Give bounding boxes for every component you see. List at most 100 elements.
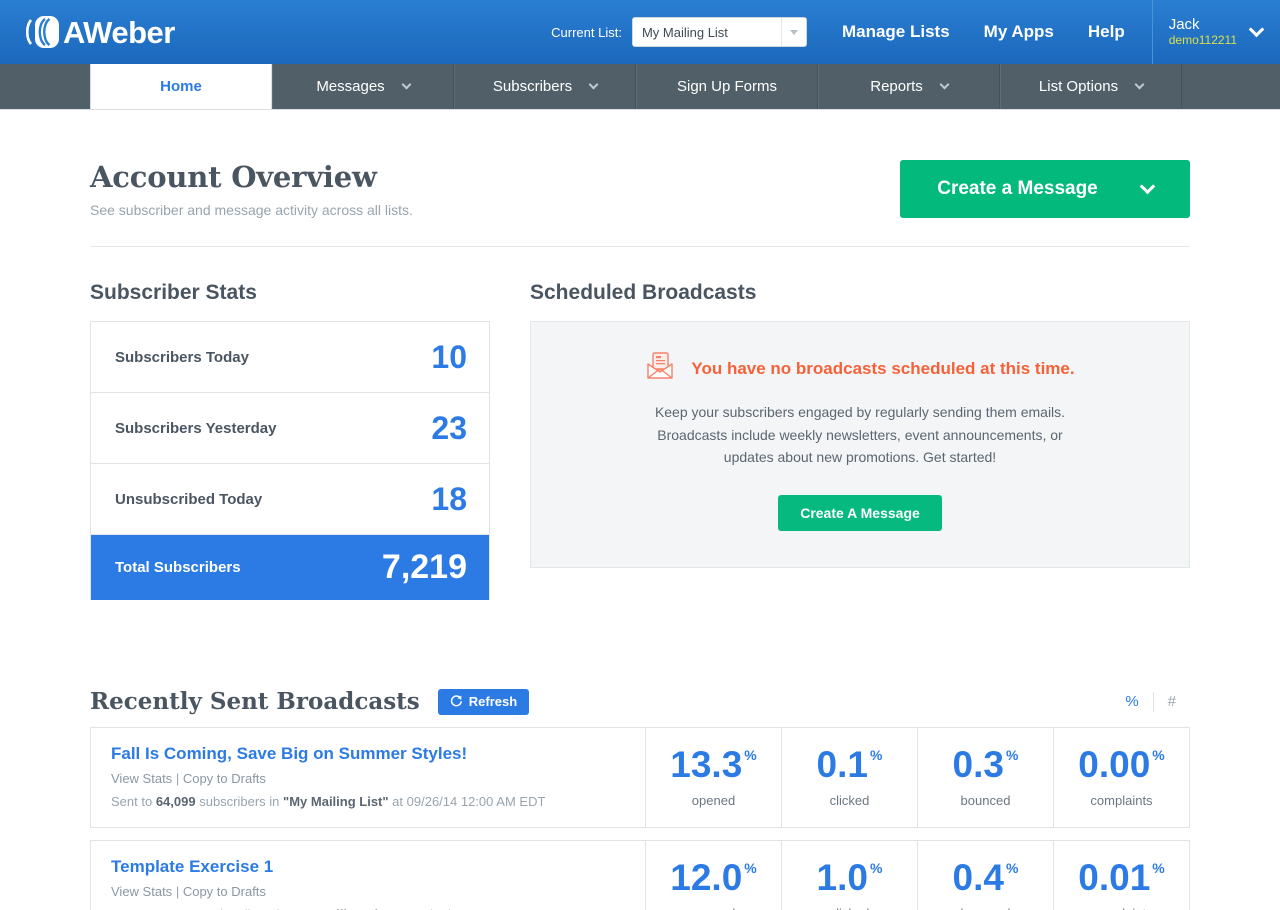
metric-label: complaints	[1090, 792, 1153, 808]
chevron-down-icon	[1134, 79, 1145, 90]
refresh-label: Refresh	[468, 694, 518, 709]
chevron-down-icon	[939, 79, 950, 90]
stat-value: 7,219	[381, 548, 467, 586]
link-separator: |	[175, 771, 180, 786]
metric-value-group: 0.01 %	[1078, 859, 1164, 896]
sent-middle: subscribers in	[199, 794, 280, 809]
metric-value: 0.01	[1078, 856, 1151, 898]
chevron-down-icon	[401, 79, 412, 90]
metric-complaints: 0.01 % complaints	[1054, 841, 1189, 910]
empty-state-headline: You have no broadcasts scheduled at this…	[691, 358, 1075, 378]
create-a-message-label: Create a Message	[937, 178, 1098, 199]
view-stats-link[interactable]: View Stats	[111, 771, 172, 786]
metric-unit: %	[744, 746, 757, 763]
chevron-down-icon	[1248, 21, 1265, 37]
stat-label: Unsubscribed Today	[115, 490, 263, 508]
unit-number[interactable]: #	[1154, 693, 1190, 710]
user-handle: demo112211	[1168, 32, 1237, 47]
metric-value: 0.00	[1078, 743, 1151, 785]
nav-item-reports[interactable]: Reports	[818, 64, 1000, 109]
broadcast-actions: View Stats | Copy to Drafts	[111, 771, 625, 786]
stat-value: 18	[431, 481, 467, 517]
unit-percent[interactable]: %	[1111, 693, 1152, 710]
nav-item-sign-up-forms-label: Sign Up Forms	[676, 78, 778, 95]
metric-bounced: 0.4 % bounced	[918, 841, 1054, 910]
metric-opened: 12.0 % opened	[646, 841, 782, 910]
refresh-button[interactable]: Refresh	[437, 688, 530, 715]
help-link[interactable]: Help	[1071, 0, 1142, 64]
copy-to-drafts-link[interactable]: Copy to Drafts	[183, 771, 266, 786]
metric-label: complaints	[1090, 906, 1152, 910]
unit-toggle: % #	[1111, 691, 1190, 712]
metric-value: 1.0	[816, 856, 868, 898]
brand-name: AWeber	[63, 14, 175, 50]
copy-to-drafts-link[interactable]: Copy to Drafts	[183, 884, 266, 899]
user-info: Jack demo112211	[1169, 16, 1237, 47]
metric-unit: %	[744, 859, 757, 876]
nav-item-subscribers[interactable]: Subscribers	[454, 64, 636, 109]
metric-unit: %	[869, 746, 883, 763]
scheduled-broadcasts-empty-state: You have no broadcasts scheduled at this…	[530, 321, 1190, 569]
envelope-letter-icon	[645, 352, 675, 385]
top-bar: AWeber Current List: My Mailing List Man…	[0, 0, 1280, 64]
nav-item-list-options[interactable]: List Options	[1000, 64, 1182, 109]
nav-item-home-label: Home	[160, 78, 202, 95]
scheduled-broadcasts-panel: Scheduled Broadcasts You have no broadca…	[530, 281, 1190, 600]
broadcast-row: Template Exercise 1 View Stats | Copy to…	[90, 840, 1190, 910]
metric-unit: %	[869, 859, 883, 876]
recent-broadcasts-title: Recently Sent Broadcasts	[90, 688, 420, 715]
nav-item-home[interactable]: Home	[90, 64, 272, 109]
metric-label: clicked	[829, 792, 870, 808]
metric-complaints: 0.00 % complaints	[1054, 728, 1189, 827]
broadcast-title-link[interactable]: Template Exercise 1	[111, 857, 625, 877]
metric-label: bounced	[961, 906, 1011, 910]
stat-row-subscribers-yesterday: Subscribers Yesterday 23	[91, 393, 489, 464]
manage-lists-link[interactable]: Manage Lists	[825, 0, 967, 64]
brand-logo[interactable]: AWeber	[0, 15, 175, 49]
metric-unit: %	[1005, 859, 1019, 876]
page-header: Account Overview See subscriber and mess…	[90, 110, 1190, 247]
metric-clicked: 1.0 % clicked	[782, 841, 918, 910]
metric-value: 13.3	[670, 743, 743, 785]
metric-unit: %	[1005, 746, 1019, 763]
create-a-message-empty-button[interactable]: Create A Message	[778, 495, 942, 532]
nav-item-sign-up-forms[interactable]: Sign Up Forms	[636, 64, 818, 109]
stat-row-unsubscribed-today: Unsubscribed Today 18	[91, 464, 489, 535]
metric-value: 0.4	[952, 856, 1004, 898]
scheduled-broadcasts-title: Scheduled Broadcasts	[530, 281, 757, 304]
stat-value: 23	[431, 410, 467, 446]
chevron-down-icon[interactable]	[780, 18, 806, 46]
broadcast-info: Template Exercise 1 View Stats | Copy to…	[91, 841, 646, 910]
broadcast-row: Fall Is Coming, Save Big on Summer Style…	[90, 727, 1190, 828]
metric-value-group: 0.00 %	[1078, 746, 1164, 783]
metric-opened: 13.3 % opened	[646, 728, 782, 827]
nav-item-list-options-label: List Options	[1038, 78, 1119, 95]
current-list-select[interactable]: My Mailing List	[631, 17, 807, 47]
page-content: Account Overview See subscriber and mess…	[0, 110, 1280, 910]
my-apps-link[interactable]: My Apps	[967, 0, 1071, 64]
nav-item-subscribers-label: Subscribers	[492, 78, 573, 95]
sent-prefix: Sent to	[111, 794, 153, 809]
top-bar-right: Current List: My Mailing List Manage Lis…	[551, 0, 1280, 64]
sent-recipients: 64,099	[155, 794, 196, 809]
page-title: Account Overview	[90, 160, 377, 194]
broadcast-sent-info: Sent to 64,099 subscribers in "My Mailin…	[111, 794, 625, 809]
recently-sent-broadcasts-section: Recently Sent Broadcasts Refresh % # Fal…	[90, 600, 1190, 910]
view-stats-link[interactable]: View Stats	[111, 884, 172, 899]
create-a-message-button[interactable]: Create a Message	[900, 160, 1190, 218]
broadcast-title-link[interactable]: Fall Is Coming, Save Big on Summer Style…	[111, 744, 625, 764]
stat-label: Subscribers Yesterday	[115, 419, 277, 437]
metric-value-group: 0.3 %	[953, 746, 1019, 783]
metric-value-group: 13.3 %	[670, 746, 756, 783]
stat-label: Subscribers Today	[115, 348, 249, 366]
user-menu[interactable]: Jack demo112211	[1151, 0, 1280, 64]
sent-timestamp: 09/26/14 12:00 AM EDT	[406, 794, 546, 809]
stat-row-subscribers-today: Subscribers Today 10	[91, 322, 489, 393]
subscriber-stats-title: Subscriber Stats	[90, 281, 257, 304]
aweber-logo-icon	[25, 15, 60, 49]
nav-item-messages[interactable]: Messages	[272, 64, 454, 109]
metric-value-group: 1.0 %	[817, 859, 883, 896]
nav-item-reports-label: Reports	[870, 78, 923, 95]
overview-columns: Subscriber Stats Subscribers Today 10 Su…	[90, 247, 1190, 600]
